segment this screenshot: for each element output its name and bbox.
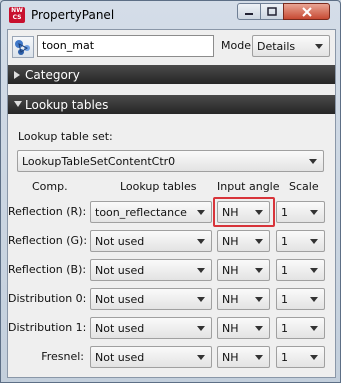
maximize-button[interactable] xyxy=(260,3,284,20)
close-button[interactable] xyxy=(283,3,330,20)
scale-select[interactable]: 1 xyxy=(276,230,325,252)
chevron-down-icon xyxy=(197,239,205,244)
lookup-table-value: Not used xyxy=(95,264,145,277)
row-comp-label: Reflection (G): xyxy=(8,234,88,247)
chevron-down-icon xyxy=(315,44,323,49)
chevron-down-icon xyxy=(309,159,317,164)
chevron-down-icon xyxy=(310,297,318,302)
input-angle-select[interactable]: NH xyxy=(217,346,270,368)
row-comp-label: Distribution 0: xyxy=(8,292,87,305)
lookup-table-value: Not used xyxy=(95,235,145,248)
app-logo-icon: NW CS xyxy=(9,7,25,23)
chevron-down-icon xyxy=(310,268,318,273)
lookup-table-select[interactable]: Not used xyxy=(90,346,212,368)
column-header-input-angle: Input angle xyxy=(217,180,280,193)
input-angle-select[interactable]: NH xyxy=(217,230,270,252)
chevron-down-icon xyxy=(255,355,263,360)
section-label-category: Category xyxy=(25,68,80,82)
chevron-down-icon xyxy=(197,210,205,215)
lookup-table-select[interactable]: Not used xyxy=(90,317,212,339)
scale-select[interactable]: 1 xyxy=(276,259,325,281)
lookup-table-select[interactable]: Not used xyxy=(90,259,212,281)
panel-content: toon_mat Mode: Details Category Lookup t… xyxy=(7,29,336,378)
chevron-down-icon xyxy=(197,297,205,302)
input-angle-select[interactable]: NH xyxy=(217,259,270,281)
chevron-down-icon xyxy=(255,239,263,244)
row-comp-label: Distribution 1: xyxy=(8,321,87,334)
scale-value: 1 xyxy=(281,235,288,248)
material-name-field[interactable]: toon_mat xyxy=(37,35,214,57)
chevron-down-icon xyxy=(255,326,263,331)
chevron-down-icon xyxy=(197,268,205,273)
lookup-table-value: Not used xyxy=(95,322,145,335)
lookup-table-value: Not used xyxy=(95,293,145,306)
column-header-comp: Comp. xyxy=(32,180,68,193)
chevron-down-icon xyxy=(255,297,263,302)
input-angle-highlight xyxy=(213,197,275,227)
minimize-button[interactable] xyxy=(237,3,261,20)
chevron-down-icon xyxy=(197,355,205,360)
input-angle-select[interactable]: NH xyxy=(217,317,270,339)
property-panel-window: NW CS PropertyPanel toon_mat Mode: Detail… xyxy=(0,0,341,383)
scale-select[interactable]: 1 xyxy=(276,288,325,310)
chevron-down-icon xyxy=(255,268,263,273)
section-label-lookup-tables: Lookup tables xyxy=(25,98,109,112)
input-angle-value: NH xyxy=(222,235,239,248)
input-angle-value: NH xyxy=(222,293,239,306)
scale-select[interactable]: 1 xyxy=(276,317,325,339)
lookup-table-value: Not used xyxy=(95,351,145,364)
lookup-table-value: toon_reflectance xyxy=(95,206,187,219)
mode-label: Mode: xyxy=(221,39,255,52)
lookup-table-select[interactable]: toon_reflectance xyxy=(90,201,212,223)
section-header-lookup-tables[interactable]: Lookup tables xyxy=(8,95,335,114)
collapse-arrow-icon xyxy=(14,101,22,107)
lookup-set-value: LookupTableSetContentCtr0 xyxy=(22,155,176,168)
scale-value: 1 xyxy=(281,351,288,364)
input-angle-value: NH xyxy=(222,264,239,277)
chevron-down-icon xyxy=(310,326,318,331)
mode-select[interactable]: Details xyxy=(252,35,330,57)
lookup-set-select[interactable]: LookupTableSetContentCtr0 xyxy=(17,150,324,172)
chevron-down-icon xyxy=(197,326,205,331)
material-nodes-icon[interactable] xyxy=(12,36,34,58)
lookup-table-select[interactable]: Not used xyxy=(90,230,212,252)
column-header-lookup-tables: Lookup tables xyxy=(120,180,197,193)
column-header-scale: Scale xyxy=(289,180,319,193)
scale-value: 1 xyxy=(281,293,288,306)
scale-value: 1 xyxy=(281,322,288,335)
input-angle-select[interactable]: NH xyxy=(217,288,270,310)
row-comp-label: Fresnel: xyxy=(41,350,84,363)
scale-value: 1 xyxy=(281,264,288,277)
lookup-table-select[interactable]: Not used xyxy=(90,288,212,310)
chevron-down-icon xyxy=(310,239,318,244)
chevron-down-icon xyxy=(310,355,318,360)
section-header-category[interactable]: Category xyxy=(8,65,335,84)
maximize-icon xyxy=(267,7,277,16)
lookup-set-label: Lookup table set: xyxy=(18,130,113,143)
scale-select[interactable]: 1 xyxy=(276,346,325,368)
input-angle-value: NH xyxy=(222,351,239,364)
mode-select-value: Details xyxy=(257,40,296,53)
close-icon xyxy=(301,6,312,17)
expand-arrow-icon xyxy=(14,71,20,79)
minimize-icon xyxy=(245,12,253,15)
input-angle-value: NH xyxy=(222,322,239,335)
window-title: PropertyPanel xyxy=(31,8,115,22)
title-bar[interactable]: NW CS PropertyPanel xyxy=(1,1,340,29)
scale-select[interactable]: 1 xyxy=(276,201,325,223)
row-comp-label: Reflection (B): xyxy=(8,263,87,276)
nodes-icon xyxy=(15,40,30,55)
scale-value: 1 xyxy=(281,206,288,219)
row-comp-label: Reflection (R): xyxy=(8,205,87,218)
chevron-down-icon xyxy=(310,210,318,215)
